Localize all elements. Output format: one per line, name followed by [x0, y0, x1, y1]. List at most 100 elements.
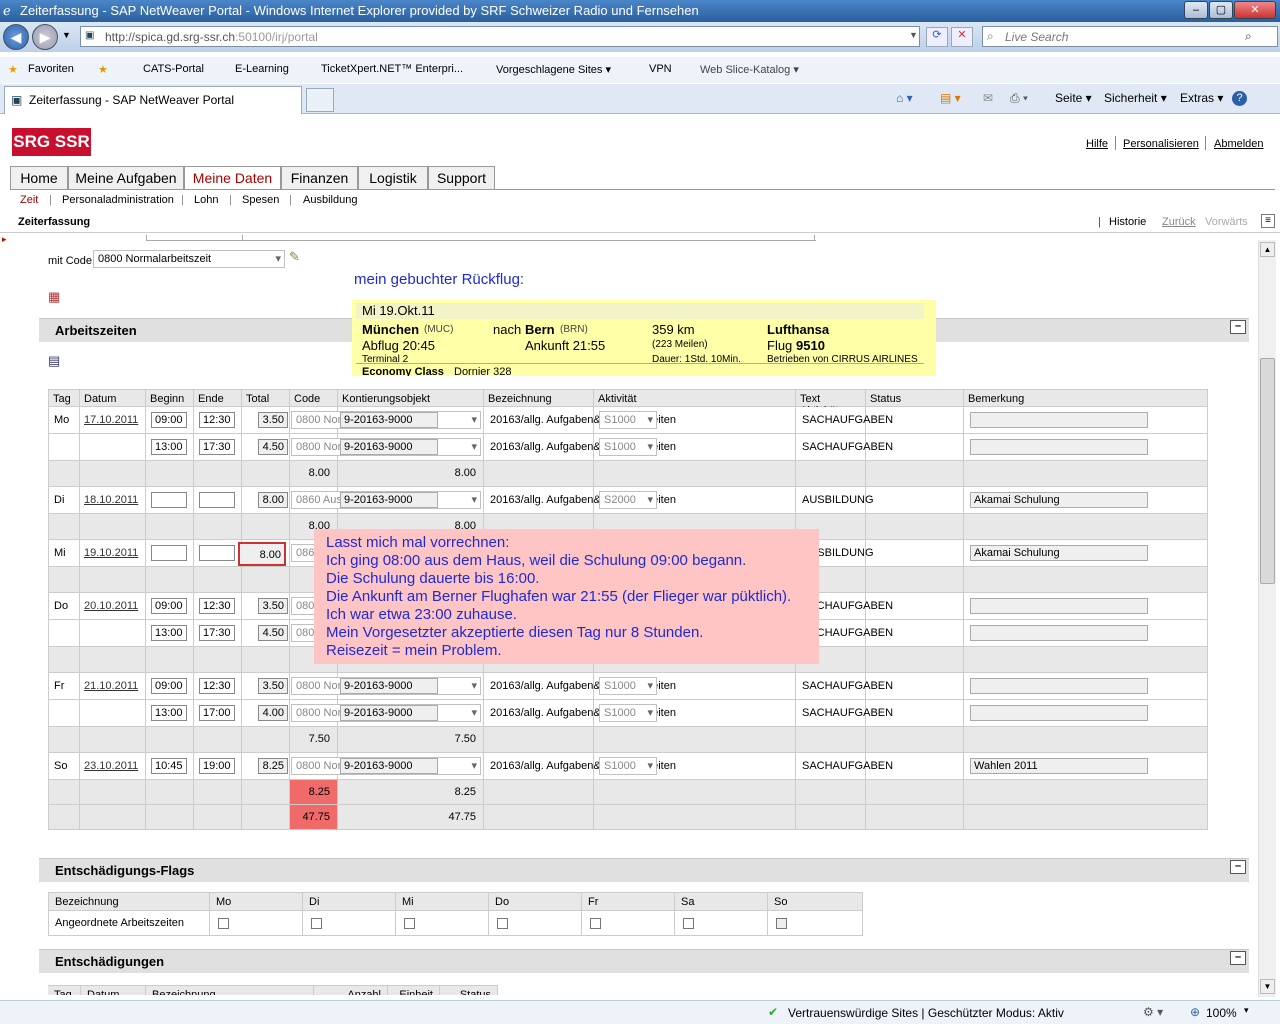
flag-edit-icon[interactable] — [513, 916, 529, 930]
kontierung-field[interactable]: 9-20163-9000 — [340, 758, 438, 774]
tab-support[interactable]: Support — [428, 166, 495, 190]
remark-input[interactable] — [970, 625, 1148, 641]
table-layout-icon[interactable]: ▤ — [48, 353, 60, 369]
subnav-ausbildung[interactable]: Ausbildung — [303, 194, 357, 206]
back-icon[interactable]: ◀ — [3, 24, 29, 50]
end-input[interactable]: 17:00 — [199, 705, 235, 721]
date-link[interactable]: 18.10.2011 — [84, 494, 138, 506]
zoom-icon[interactable]: ⊕ — [1190, 1005, 1200, 1019]
flag-checkbox[interactable] — [683, 918, 694, 929]
flag-edit-icon[interactable] — [606, 916, 622, 930]
status-edit-icon[interactable] — [880, 705, 896, 719]
remark-input[interactable] — [970, 439, 1148, 455]
table-settings-icon[interactable]: ▦ — [48, 289, 60, 305]
kontierung-field[interactable]: 9-20163-9000 — [340, 439, 438, 455]
end-input[interactable] — [199, 545, 235, 561]
activity-select[interactable]: S1000 — [599, 677, 657, 695]
begin-input[interactable]: 13:00 — [151, 625, 187, 641]
scrollbar-thumb[interactable] — [1260, 358, 1275, 584]
scroll-up-icon[interactable]: ▲ — [1260, 242, 1275, 257]
fav-suggested-sites[interactable]: Vorgeschlagene Sites ▾ — [496, 63, 611, 76]
begin-input[interactable]: 13:00 — [151, 439, 187, 455]
tab-home[interactable]: Home — [10, 166, 68, 190]
flag-edit-icon[interactable] — [792, 916, 808, 930]
remark-input[interactable] — [970, 598, 1148, 614]
add-favorite-icon[interactable]: ★ — [98, 63, 108, 76]
flag-edit-icon[interactable] — [327, 916, 343, 930]
end-input[interactable]: 19:00 — [199, 758, 235, 774]
security-icon[interactable]: ⚙ ▾ — [1143, 1005, 1163, 1019]
mail-icon[interactable]: ✉ — [983, 91, 993, 105]
favorites-button[interactable]: Favoriten — [28, 63, 74, 75]
menu-extras[interactable]: Extras ▾ — [1180, 91, 1223, 105]
activity-select[interactable]: S1000 — [599, 757, 657, 775]
begin-input[interactable] — [151, 492, 187, 508]
vertical-scrollbar[interactable] — [1258, 240, 1276, 997]
stop-icon[interactable]: ✕ — [951, 27, 973, 47]
date-link[interactable]: 17.10.2011 — [84, 414, 138, 426]
begin-input[interactable]: 10:45 — [151, 758, 187, 774]
begin-input[interactable]: 13:00 — [151, 705, 187, 721]
subnav-personaladministration[interactable]: Personaladministration — [62, 194, 174, 206]
search-go-icon[interactable]: ⌕ — [1245, 29, 1252, 44]
options-menu-icon[interactable]: ≡ — [1261, 214, 1275, 228]
end-input[interactable] — [199, 492, 235, 508]
flag-checkbox[interactable] — [776, 918, 787, 929]
kontierung-field[interactable]: 9-20163-9000 — [340, 412, 438, 428]
link-hilfe[interactable]: Hilfe — [1086, 138, 1108, 150]
status-edit-icon[interactable] — [880, 545, 896, 559]
feeds-icon[interactable]: ▤ ▾ — [940, 91, 961, 105]
activity-select[interactable]: S1000 — [599, 704, 657, 722]
history-dropdown-icon[interactable]: ▼ — [62, 30, 71, 40]
code-select[interactable]: 0800 Normalarbeitszeit — [93, 250, 285, 268]
fav-webslice[interactable]: Web Slice-Katalog ▾ — [700, 63, 799, 76]
new-tab-button[interactable] — [306, 88, 334, 112]
zoom-level[interactable]: 100% — [1206, 1006, 1237, 1020]
status-edit-icon[interactable] — [880, 492, 896, 506]
minimize-button[interactable]: – — [1184, 1, 1208, 19]
search-input[interactable]: ⌕ Live Search ⌕ — [982, 26, 1278, 47]
flag-checkbox[interactable] — [311, 918, 322, 929]
menu-sicherheit[interactable]: Sicherheit ▾ — [1104, 91, 1167, 105]
begin-input[interactable] — [151, 545, 187, 561]
history-link[interactable]: Historie — [1109, 216, 1146, 228]
remark-input[interactable] — [970, 412, 1148, 428]
remark-input[interactable]: Akamai Schulung — [970, 492, 1148, 508]
subnav-zeit[interactable]: Zeit — [20, 194, 38, 206]
collapse-arbeitszeiten-icon[interactable]: – — [1230, 320, 1246, 334]
date-link[interactable]: 23.10.2011 — [84, 760, 138, 772]
flag-checkbox[interactable] — [404, 918, 415, 929]
help-icon[interactable]: ? — [1232, 91, 1247, 106]
kontierung-field[interactable]: 9-20163-9000 — [340, 492, 438, 508]
refresh-icon[interactable]: ⟳ — [926, 27, 948, 47]
close-button[interactable]: ✕ — [1234, 1, 1276, 19]
begin-input[interactable]: 09:00 — [151, 678, 187, 694]
address-dropdown-icon[interactable]: ▼ — [909, 30, 918, 40]
subnav-spesen[interactable]: Spesen — [242, 194, 279, 206]
fav-elearning[interactable]: E-Learning — [235, 63, 289, 75]
end-input[interactable]: 12:30 — [199, 678, 235, 694]
link-abmelden[interactable]: Abmelden — [1214, 138, 1264, 150]
browser-tab[interactable]: ▣ Zeiterfassung - SAP NetWeaver Portal — [4, 86, 302, 114]
link-personalisieren[interactable]: Personalisieren — [1123, 138, 1199, 150]
fav-ticketxpert[interactable]: TicketXpert.NET™ Enterpri... — [321, 63, 463, 75]
end-input[interactable]: 12:30 — [199, 598, 235, 614]
date-link[interactable]: 20.10.2011 — [84, 600, 138, 612]
fav-vpn[interactable]: VPN — [649, 63, 672, 75]
remark-input[interactable] — [970, 678, 1148, 694]
menu-seite[interactable]: Seite ▾ — [1055, 91, 1092, 105]
begin-input[interactable]: 09:00 — [151, 412, 187, 428]
tab-finanzen[interactable]: Finanzen — [281, 166, 358, 190]
flag-checkbox[interactable] — [218, 918, 229, 929]
end-input[interactable]: 12:30 — [199, 412, 235, 428]
status-edit-icon[interactable] — [880, 412, 896, 426]
tab-meine-aufgaben[interactable]: Meine Aufgaben — [68, 166, 184, 190]
back-link[interactable]: Zurück — [1162, 216, 1196, 228]
activity-select[interactable]: S2000 — [599, 491, 657, 509]
date-link[interactable]: 21.10.2011 — [84, 680, 138, 692]
status-edit-icon[interactable] — [880, 678, 896, 692]
status-edit-icon[interactable] — [880, 625, 896, 639]
status-edit-icon[interactable] — [880, 598, 896, 612]
zoom-dropdown-icon[interactable]: ▾ — [1244, 1005, 1249, 1016]
flag-edit-icon[interactable] — [420, 916, 436, 930]
